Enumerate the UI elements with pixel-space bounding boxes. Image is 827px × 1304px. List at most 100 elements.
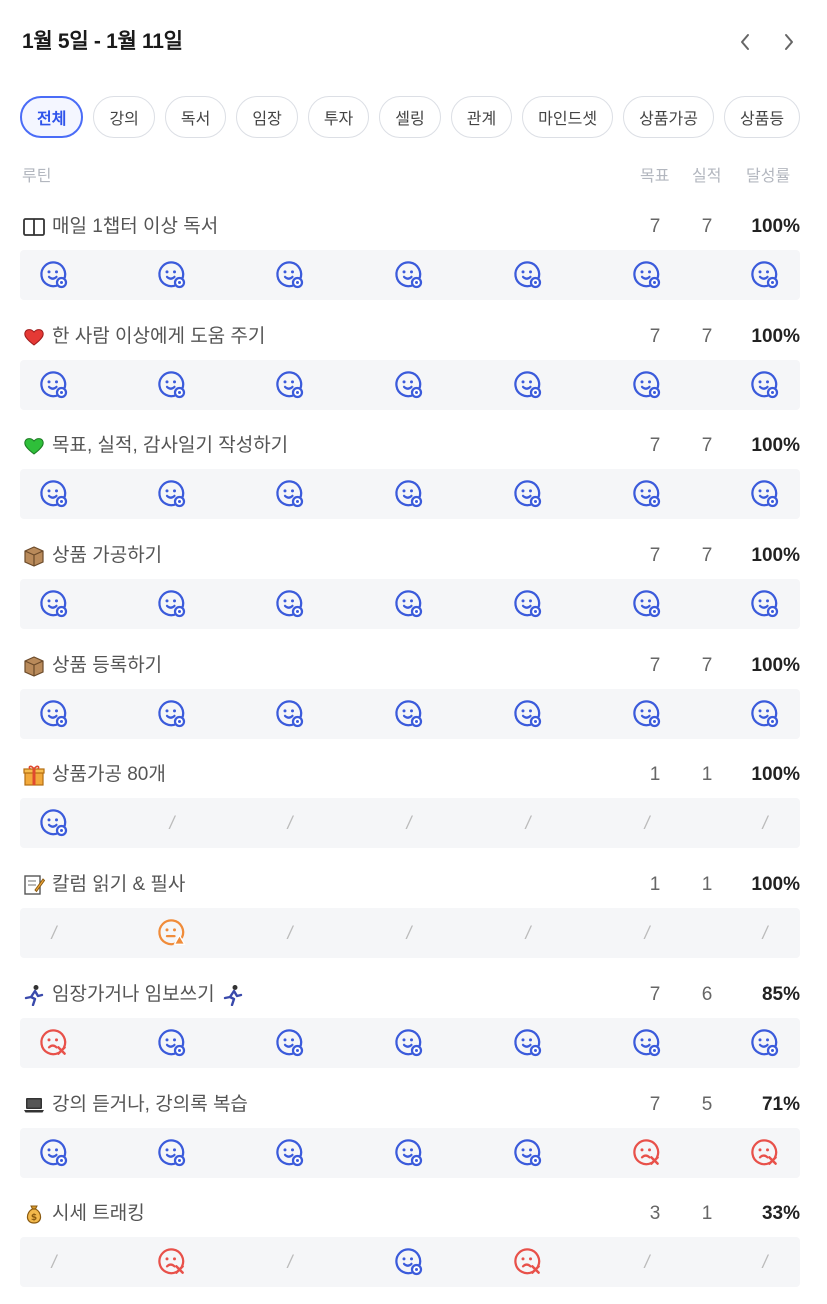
routine-title[interactable]: $ 시세 트래킹 [22,1199,145,1229]
day-status-done[interactable] [745,1018,785,1068]
day-status-partial[interactable] [152,908,192,958]
filter-chip[interactable]: 전체 [20,96,84,138]
day-status-done[interactable] [152,360,192,410]
day-status-done[interactable] [34,250,74,300]
day-status-done[interactable] [508,579,548,629]
routine-title[interactable]: 임장가거나 임보쓰기 [22,980,245,1010]
day-status-done[interactable] [745,250,785,300]
filter-chip[interactable]: 상품가공 [623,96,714,138]
day-empty-slot[interactable]: / [389,908,429,958]
day-status-done[interactable] [627,579,667,629]
routine-title[interactable]: 한 사람 이상에게 도움 주기 [22,322,265,352]
filter-chip[interactable]: 관계 [450,96,513,138]
routine-title[interactable]: 칼럼 읽기 & 필사 [22,870,185,900]
day-empty-slot[interactable]: / [745,908,785,958]
day-status-done[interactable] [508,1018,548,1068]
routine-name: 한 사람 이상에게 도움 주기 [52,325,266,347]
routine-title[interactable]: 상품 가공하기 [22,541,162,571]
day-status-done[interactable] [745,469,785,519]
day-status-done[interactable] [152,1018,192,1068]
day-status-done[interactable] [745,360,785,410]
day-status-done[interactable] [627,1018,667,1068]
routine-title[interactable]: 매일 1챕터 이상 독서 [22,212,218,242]
routine-title[interactable]: 강의 듣거나, 강의록 복습 [22,1090,248,1120]
prev-week-button[interactable] [732,26,758,58]
day-status-done[interactable] [34,469,74,519]
day-status-fail[interactable] [508,1237,548,1287]
day-empty-slot[interactable]: / [270,908,310,958]
day-empty-slot[interactable]: / [627,1237,667,1287]
routine-title[interactable]: 상품 등록하기 [22,651,162,681]
day-empty-slot[interactable]: / [34,1237,74,1287]
day-status-done[interactable] [152,469,192,519]
day-status-done[interactable] [34,689,74,739]
day-status-done[interactable] [508,360,548,410]
day-status-done[interactable] [389,469,429,519]
day-status-done[interactable] [508,689,548,739]
day-empty-slot[interactable]: / [745,798,785,848]
day-status-done[interactable] [152,1128,192,1178]
day-empty-slot[interactable]: / [508,798,548,848]
day-status-done[interactable] [34,1128,74,1178]
day-status-done[interactable] [389,1237,429,1287]
category-filter-chips: 전체 강의 독서 임장 투자 셀링 관계 마인드셋 상품가공 상품등 [20,96,827,140]
day-status-done[interactable] [270,360,310,410]
day-status-done[interactable] [152,250,192,300]
day-status-done[interactable] [627,360,667,410]
day-empty-slot[interactable]: / [508,908,548,958]
day-status-done[interactable] [389,579,429,629]
day-status-done[interactable] [270,689,310,739]
day-status-fail[interactable] [745,1128,785,1178]
day-status-done[interactable] [508,1128,548,1178]
day-status-done[interactable] [270,579,310,629]
day-status-done[interactable] [34,798,74,848]
filter-chip[interactable]: 강의 [93,96,155,138]
day-status-done[interactable] [389,1018,429,1068]
day-status-done[interactable] [270,1128,310,1178]
day-status-done[interactable] [389,360,429,410]
routine-title[interactable]: 목표, 실적, 감사일기 작성하기 [22,431,288,461]
filter-chip[interactable]: 투자 [307,96,370,138]
day-status-done[interactable] [270,469,310,519]
day-empty-slot[interactable]: / [34,908,74,958]
day-status-done[interactable] [745,689,785,739]
day-empty-slot[interactable]: / [152,798,192,848]
day-status-fail[interactable] [152,1237,192,1287]
day-status-done[interactable] [389,1128,429,1178]
day-status-done[interactable] [34,579,74,629]
day-status-done[interactable] [508,469,548,519]
filter-chip[interactable]: 임장 [236,96,298,138]
day-status-done[interactable] [627,689,667,739]
day-empty-slot[interactable]: / [389,798,429,848]
next-week-button[interactable] [776,26,802,58]
day-status-done[interactable] [152,689,192,739]
filter-chip[interactable]: 셀링 [379,96,441,138]
smile-check-icon [275,260,305,290]
day-empty-slot[interactable]: / [627,908,667,958]
filter-chip[interactable]: 독서 [164,96,227,138]
day-status-done[interactable] [34,360,74,410]
day-status-done[interactable] [152,579,192,629]
day-status-done[interactable] [627,469,667,519]
day-status-done[interactable] [270,1018,310,1068]
routine-title[interactable]: 상품가공 80개 [22,760,166,790]
smile-check-icon [275,479,305,509]
day-empty-slot[interactable]: / [745,1237,785,1287]
header: 1월 5일 - 1월 11일 [22,26,802,58]
day-status-fail[interactable] [34,1018,74,1068]
day-empty-slot[interactable]: / [270,1237,310,1287]
day-status-done[interactable] [389,689,429,739]
day-status-done[interactable] [389,250,429,300]
day-status-done[interactable] [270,250,310,300]
filter-chip[interactable]: 상품등 [723,96,801,138]
day-empty-slot[interactable]: / [270,798,310,848]
day-status-done[interactable] [627,250,667,300]
routine-name: 매일 1챕터 이상 독서 [52,216,219,237]
day-empty-slot[interactable]: / [627,798,667,848]
filter-chip[interactable]: 마인드셋 [522,96,614,138]
daily-status-bar [20,1127,800,1178]
day-status-done[interactable] [508,250,548,300]
day-status-fail[interactable] [627,1128,667,1178]
day-status-done[interactable] [745,579,785,629]
smile-check-icon [275,370,305,400]
